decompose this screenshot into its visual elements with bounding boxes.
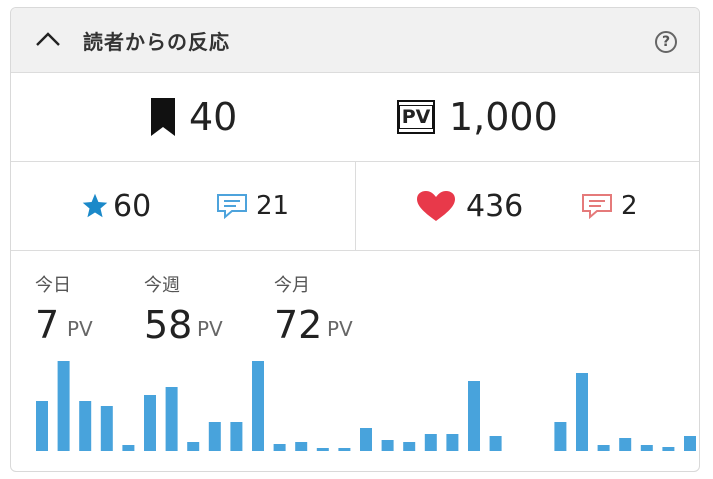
chart-bar[interactable] xyxy=(640,445,653,451)
chat-bubble-icon xyxy=(217,194,247,219)
chart-bar[interactable] xyxy=(295,442,308,451)
reactions-row: 60 21 436 2 xyxy=(11,162,699,251)
help-icon[interactable]: ? xyxy=(655,31,677,53)
pageview-stat[interactable]: PV 1,000 xyxy=(397,95,558,139)
chart-bar[interactable] xyxy=(273,444,286,451)
chart-bar[interactable] xyxy=(122,445,135,451)
chart-bar[interactable] xyxy=(576,373,588,451)
today-label: 今日 xyxy=(35,275,71,296)
chart-bar[interactable] xyxy=(381,440,394,451)
like-stat[interactable]: 436 xyxy=(416,188,524,224)
summary-row: 40 PV 1,000 xyxy=(11,73,699,162)
chart-bar[interactable] xyxy=(597,445,610,451)
week-unit: PV xyxy=(197,317,223,341)
bookmark-stat[interactable]: 40 xyxy=(151,95,238,139)
chat-bubble-icon xyxy=(582,194,612,219)
chart-bar[interactable] xyxy=(684,436,696,451)
comment-count-right: 2 xyxy=(621,191,638,221)
chart-bar[interactable] xyxy=(100,406,113,451)
chart-bar[interactable] xyxy=(187,442,200,451)
pv-badge-text: PV xyxy=(398,105,434,129)
chart-bar[interactable] xyxy=(489,436,502,451)
month-label: 今月 xyxy=(274,275,310,296)
star-count: 60 xyxy=(113,188,152,224)
chart-bar[interactable] xyxy=(165,387,178,451)
star-icon xyxy=(82,193,108,218)
chart-bar[interactable] xyxy=(662,447,675,451)
divider xyxy=(355,162,356,250)
chart-bar[interactable] xyxy=(424,434,437,451)
panel-title: 読者からの反応 xyxy=(83,30,230,54)
comment-count-left: 21 xyxy=(256,191,290,221)
comment-stat-right[interactable]: 2 xyxy=(581,190,638,222)
chart-bar[interactable] xyxy=(36,401,48,451)
pageview-bar-chart xyxy=(36,361,696,451)
month-unit: PV xyxy=(327,317,353,341)
pageview-stats: 今日 7 PV 今週 58 PV 今月 72 PV xyxy=(11,251,699,471)
chart-bar[interactable] xyxy=(252,361,264,451)
chart-bar[interactable] xyxy=(446,434,459,451)
chart-bar[interactable] xyxy=(360,428,372,451)
chart-bar[interactable] xyxy=(338,448,351,451)
pv-icon: PV xyxy=(397,100,435,134)
chart-bar[interactable] xyxy=(208,422,221,451)
chart-bar[interactable] xyxy=(316,448,329,451)
chart-bar[interactable] xyxy=(468,381,480,451)
chart-bar[interactable] xyxy=(144,395,156,451)
heart-icon xyxy=(417,191,455,221)
week-label: 今週 xyxy=(144,275,180,296)
bookmark-count: 40 xyxy=(189,95,238,139)
chart-bar[interactable] xyxy=(230,422,243,451)
panel-header[interactable]: 読者からの反応 ? xyxy=(11,8,699,73)
comment-stat-left[interactable]: 21 xyxy=(216,190,289,222)
pageview-total: 1,000 xyxy=(449,95,558,139)
like-count: 436 xyxy=(466,188,524,224)
today-unit: PV xyxy=(67,317,93,341)
chart-bar[interactable] xyxy=(57,361,70,451)
reader-reactions-panel: 読者からの反応 ? 40 PV 1,000 60 21 436 2 今日 7 P… xyxy=(10,7,700,472)
star-stat[interactable]: 60 xyxy=(81,188,152,224)
chart-bar[interactable] xyxy=(403,442,416,451)
bookmark-icon xyxy=(151,98,175,136)
chart-bar[interactable] xyxy=(619,438,632,451)
chevron-up-icon[interactable] xyxy=(35,30,61,48)
chart-bar[interactable] xyxy=(79,401,92,451)
chart-bar[interactable] xyxy=(554,422,567,451)
